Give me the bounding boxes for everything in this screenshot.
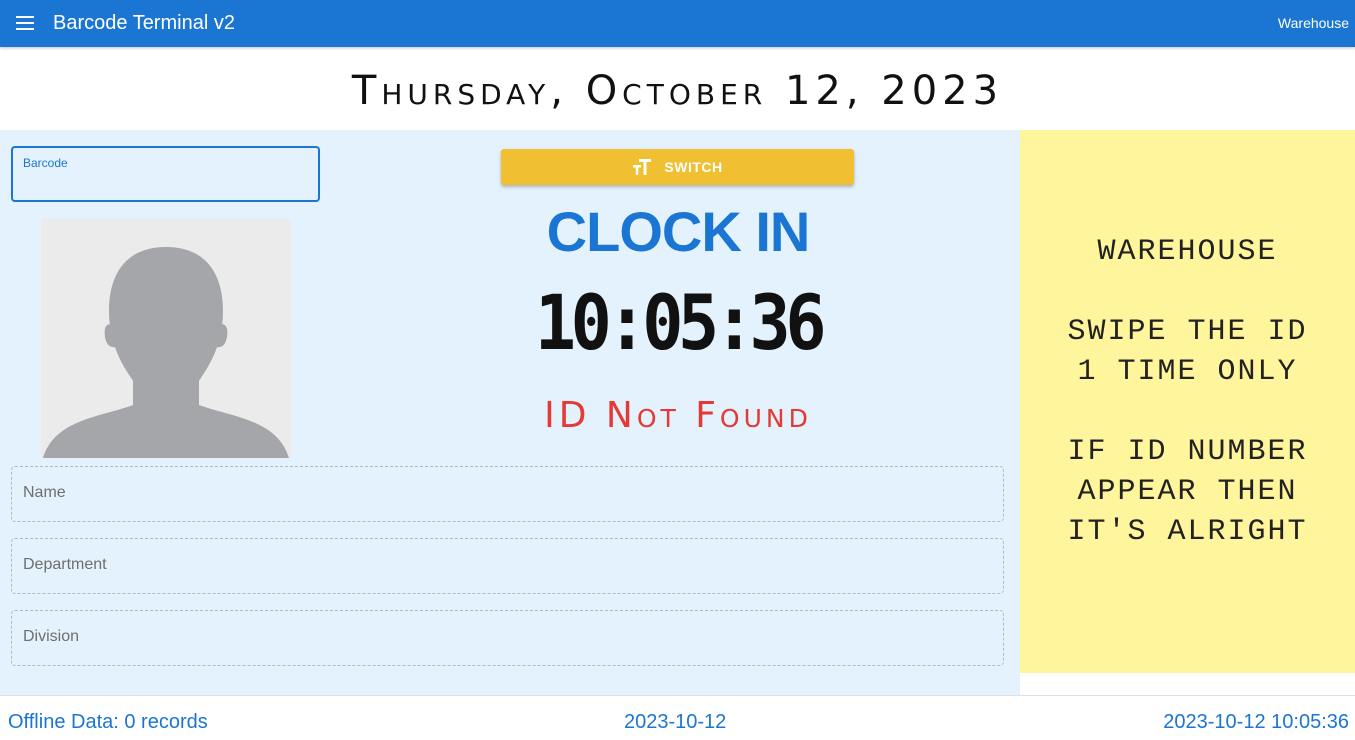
notice-line: IF ID NUMBER — [1067, 434, 1308, 469]
text-size-icon — [633, 159, 652, 175]
app-bar: Barcode Terminal v2 Warehouse — [0, 0, 1355, 47]
person-silhouette-icon — [43, 247, 289, 458]
status-footer: Offline Data: 0 records 2023-10-12 2023-… — [0, 695, 1355, 740]
location-label[interactable]: Warehouse — [1278, 14, 1349, 32]
notice-line: APPEAR THEN — [1077, 474, 1298, 509]
employee-photo — [41, 219, 291, 458]
notice-line — [1067, 272, 1307, 312]
name-label: Name — [23, 484, 66, 501]
footer-date: 2023-10-12 — [624, 711, 727, 733]
name-field[interactable]: Name — [11, 466, 1004, 522]
offline-data-count: Offline Data: 0 records — [8, 711, 208, 733]
footer-datetime: 2023-10-12 10:05:36 — [1163, 711, 1349, 733]
switch-button[interactable]: SWITCH — [501, 149, 854, 185]
division-label: Division — [23, 628, 80, 645]
department-field[interactable]: Department — [11, 538, 1004, 594]
notice-line — [1067, 392, 1307, 432]
clock-mode-label: CLOCK IN — [546, 200, 811, 263]
division-field[interactable]: Division — [11, 610, 1004, 666]
switch-label: SWITCH — [664, 159, 723, 175]
menu-icon[interactable] — [14, 12, 36, 34]
notice-line: WAREHOUSE — [1097, 234, 1278, 269]
status-message: ID Not Found — [544, 395, 812, 436]
app-title: Barcode Terminal v2 — [53, 12, 235, 34]
notice-line: 1 TIME ONLY — [1077, 354, 1298, 389]
date-heading: Thursday, October 12, 2023 — [351, 68, 1004, 114]
notice-line: SWIPE THE ID — [1067, 314, 1308, 349]
notice-panel: WAREHOUSE SWIPE THE ID 1 TIME ONLY IF ID… — [1020, 130, 1355, 673]
notice-line: IT'S ALRIGHT — [1067, 514, 1308, 549]
department-label: Department — [23, 556, 107, 573]
notice-text: WAREHOUSE SWIPE THE ID 1 TIME ONLY IF ID… — [1067, 232, 1307, 552]
barcode-label: Barcode — [23, 156, 68, 170]
barcode-input[interactable]: Barcode — [11, 146, 320, 202]
clock-time: 10:05:36 — [534, 278, 827, 367]
